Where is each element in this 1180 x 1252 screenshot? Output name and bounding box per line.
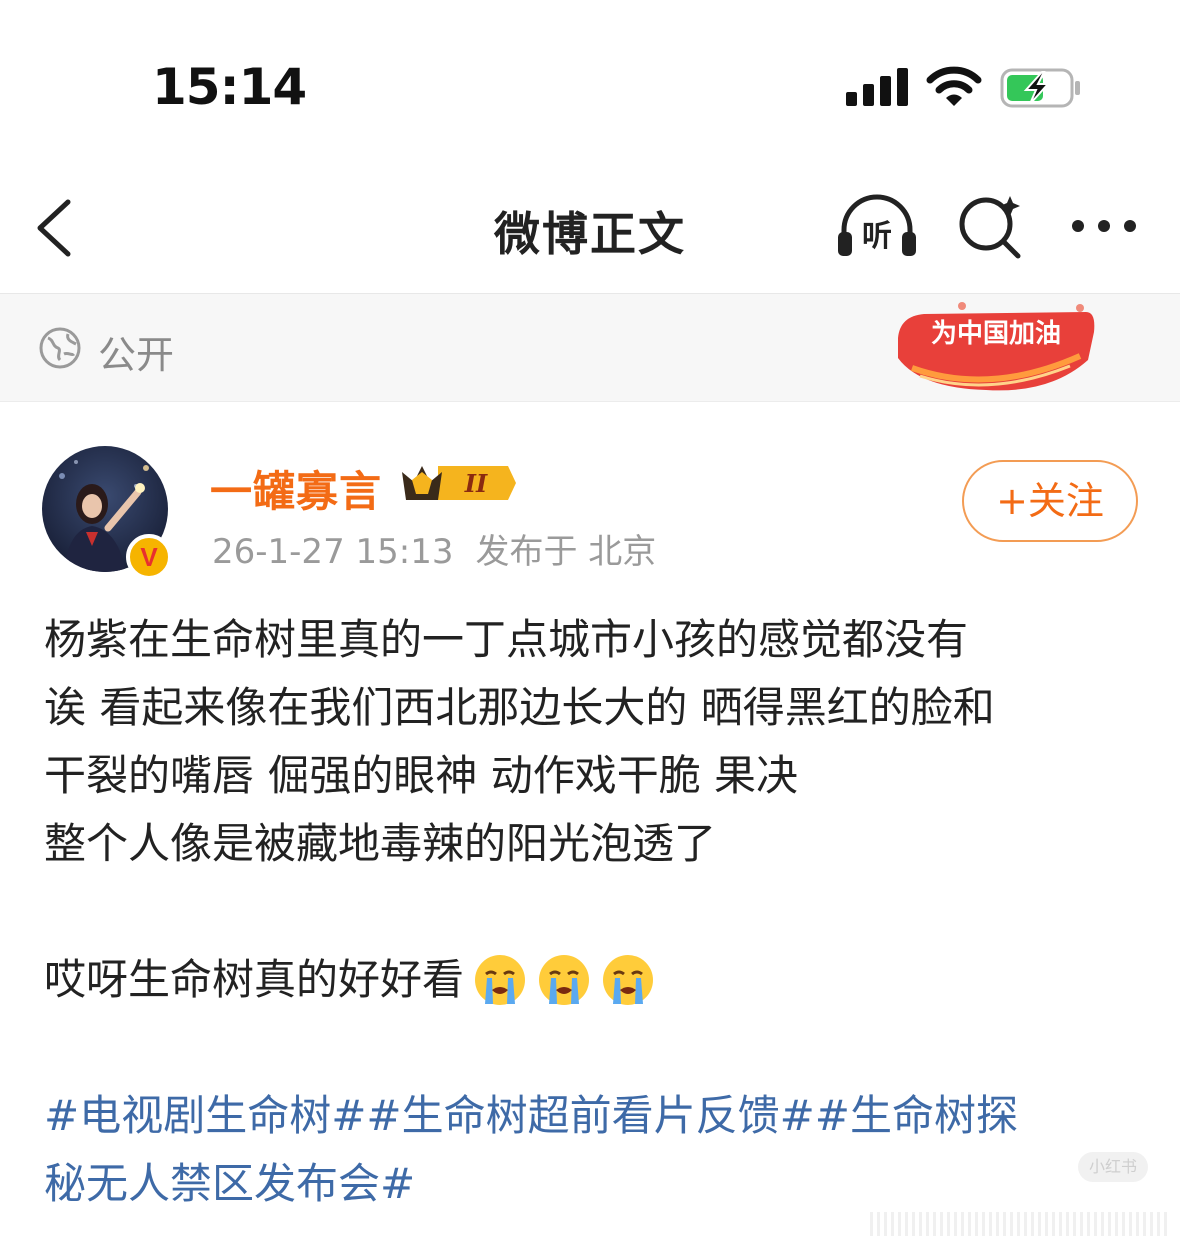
more-icon[interactable] — [1068, 216, 1140, 236]
post-body: 杨紫在生命树里真的一丁点城市小孩的感觉都没有 诶 看起来像在我们西北那边长大的 … — [44, 606, 1144, 1218]
post-meta: 26-1-27 15:13 发布于 北京 — [212, 524, 656, 573]
search-icon[interactable] — [954, 190, 1026, 262]
crying-face-icon — [603, 955, 654, 1005]
bottom-edge-artifact — [870, 1212, 1170, 1236]
listen-headphones-icon[interactable]: 听 — [834, 192, 920, 260]
crying-face-icon — [475, 955, 526, 1005]
battery-charging-icon — [1000, 68, 1080, 108]
cheer-badge-text: 为中国加油 — [931, 319, 1061, 349]
hashtag-line[interactable]: #电视剧生命树##生命树超前看片反馈##生命树探 — [44, 1082, 1144, 1150]
post-text-line: 整个人像是被藏地毒辣的阳光泡透了 — [44, 819, 717, 868]
post-exclaim-line: 哎呀生命树真的好好看 — [44, 946, 1144, 1014]
post-exclaim-text: 哎呀生命树真的好好看 — [44, 955, 465, 1004]
follow-button[interactable]: +关注 — [962, 460, 1138, 542]
post-text-line: 干裂的嘴唇 倔强的眼神 动作戏干脆 果决 — [44, 751, 799, 800]
watermark-logo: 小红书 — [1078, 1152, 1148, 1182]
post-location: 发布于 北京 — [475, 532, 657, 572]
status-time: 15:14 — [152, 58, 307, 116]
globe-icon — [39, 327, 81, 369]
listen-label: 听 — [862, 219, 892, 254]
visibility-label: 公开 — [98, 333, 175, 377]
status-bar: 15:14 — [0, 0, 1180, 150]
post-timestamp: 26-1-27 15:13 — [212, 532, 454, 572]
vip-crown-badge[interactable]: II — [398, 460, 518, 506]
vip-level: II — [464, 469, 488, 498]
nav-bar: 微博正文 听 — [0, 150, 1180, 294]
crying-face-icon — [539, 955, 590, 1005]
cheer-for-china-badge[interactable]: 为中国加油 — [890, 298, 1100, 398]
visibility-bar: 公开 为中国加油 — [0, 294, 1180, 402]
wifi-icon — [926, 66, 982, 106]
verified-badge: V — [126, 534, 172, 580]
username[interactable]: 一罐寡言 — [210, 458, 382, 519]
post-text-line: 诶 看起来像在我们西北那边长大的 晒得黑红的脸和 — [44, 683, 995, 732]
hashtag-line[interactable]: 秘无人禁区发布会# — [44, 1150, 1144, 1218]
cellular-signal-icon — [846, 68, 908, 106]
post-text-line: 杨紫在生命树里真的一丁点城市小孩的感觉都没有 — [44, 615, 969, 664]
